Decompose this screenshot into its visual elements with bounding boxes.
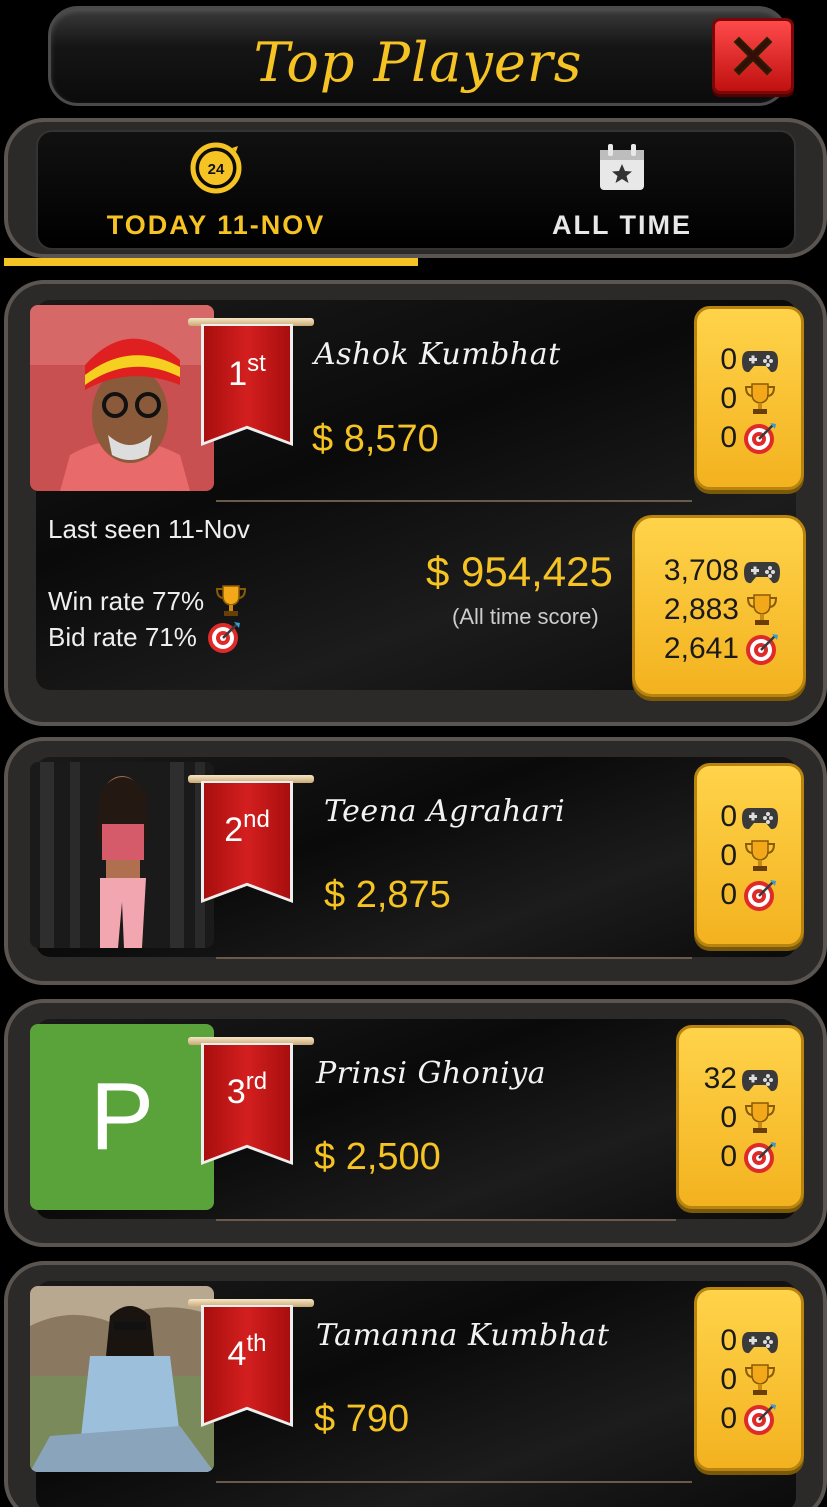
all-time-stats-box: 3,708 2,883 2,641 xyxy=(632,515,806,697)
tab-today[interactable]: 24 TODAY 11-NOV xyxy=(26,138,406,248)
daily-stats-box: 0 0 0 xyxy=(694,763,804,947)
player-score: $ 8,570 xyxy=(312,418,439,460)
bids-count: 0 xyxy=(720,1402,737,1435)
player-name: Teena Agrahari xyxy=(324,794,566,829)
daily-stats-box: 0 0 0 xyxy=(694,306,804,490)
rank-label: 2nd xyxy=(224,806,270,849)
avatar: P xyxy=(30,1024,214,1210)
player-name: Tamanna Kumbhat xyxy=(316,1318,610,1353)
tab-all-time[interactable]: ALL TIME xyxy=(432,138,812,248)
divider xyxy=(216,1481,692,1483)
wins-count: 0 xyxy=(720,382,737,415)
target-icon xyxy=(741,1402,779,1436)
gamepad-icon xyxy=(743,554,781,588)
games-count: 32 xyxy=(703,1062,737,1095)
all-time-bids: 2,641 xyxy=(663,632,739,665)
target-icon xyxy=(205,620,243,654)
24-hours-icon: 24 xyxy=(190,142,242,194)
player-score: $ 2,875 xyxy=(324,874,451,916)
wins-count: 0 xyxy=(720,839,737,872)
svg-text:24: 24 xyxy=(208,161,225,178)
last-seen: Last seen 11-Nov xyxy=(48,514,250,544)
daily-stats-box: 0 0 0 xyxy=(694,1287,804,1471)
target-icon xyxy=(743,632,781,666)
bids-count: 0 xyxy=(720,1140,737,1173)
wins-count: 0 xyxy=(720,1363,737,1396)
gamepad-icon xyxy=(741,343,779,377)
gamepad-icon xyxy=(741,1324,779,1358)
gamepad-icon xyxy=(741,1062,779,1096)
avatar xyxy=(30,305,214,491)
all-time-wins: 2,883 xyxy=(663,593,739,626)
target-icon xyxy=(741,421,779,455)
player-name: Prinsi Ghoniya xyxy=(316,1056,547,1091)
bid-rate-label: Bid rate 71% xyxy=(48,621,197,652)
tab-all-time-label: ALL TIME xyxy=(552,210,692,240)
target-icon xyxy=(741,1140,779,1174)
bids-count: 0 xyxy=(720,421,737,454)
divider xyxy=(216,1219,676,1221)
rank-label: 1st xyxy=(228,350,266,393)
rank-label: 3rd xyxy=(226,1068,268,1111)
games-count: 0 xyxy=(720,800,737,833)
trophy-icon xyxy=(741,1363,779,1397)
all-time-games: 3,708 xyxy=(663,554,739,587)
player-score: $ 2,500 xyxy=(314,1136,441,1178)
rank-label: 4th xyxy=(227,1330,267,1373)
bid-rate: Bid rate 71% xyxy=(48,620,243,654)
player-name: Ashok Kumbhat xyxy=(314,337,561,372)
player-score: $ 790 xyxy=(314,1398,410,1440)
all-time-caption: (All time score) xyxy=(452,604,599,629)
all-time-score: $ 954,425 xyxy=(426,548,613,595)
daily-stats-box: 32 0 0 xyxy=(676,1025,804,1209)
trophy-icon xyxy=(741,1101,779,1135)
divider xyxy=(216,957,692,959)
win-rate-label: Win rate 77% xyxy=(48,585,205,616)
trophy-icon xyxy=(212,584,250,618)
gamepad-icon xyxy=(741,800,779,834)
avatar xyxy=(30,762,214,948)
header-bar: Top Players xyxy=(48,6,788,106)
games-count: 0 xyxy=(720,343,737,376)
bids-count: 0 xyxy=(720,878,737,911)
close-button[interactable] xyxy=(712,18,794,94)
close-icon xyxy=(733,36,773,76)
avatar xyxy=(30,1286,214,1472)
active-tab-indicator xyxy=(4,258,418,266)
tab-today-label: TODAY 11-NOV xyxy=(106,210,326,240)
target-icon xyxy=(741,878,779,912)
win-rate: Win rate 77% xyxy=(48,584,250,618)
trophy-icon xyxy=(741,382,779,416)
calendar-star-icon xyxy=(600,144,644,190)
games-count: 0 xyxy=(720,1324,737,1357)
divider xyxy=(216,500,692,502)
wins-count: 0 xyxy=(720,1101,737,1134)
trophy-icon xyxy=(743,593,781,627)
page-title: Top Players xyxy=(253,31,583,94)
trophy-icon xyxy=(741,839,779,873)
